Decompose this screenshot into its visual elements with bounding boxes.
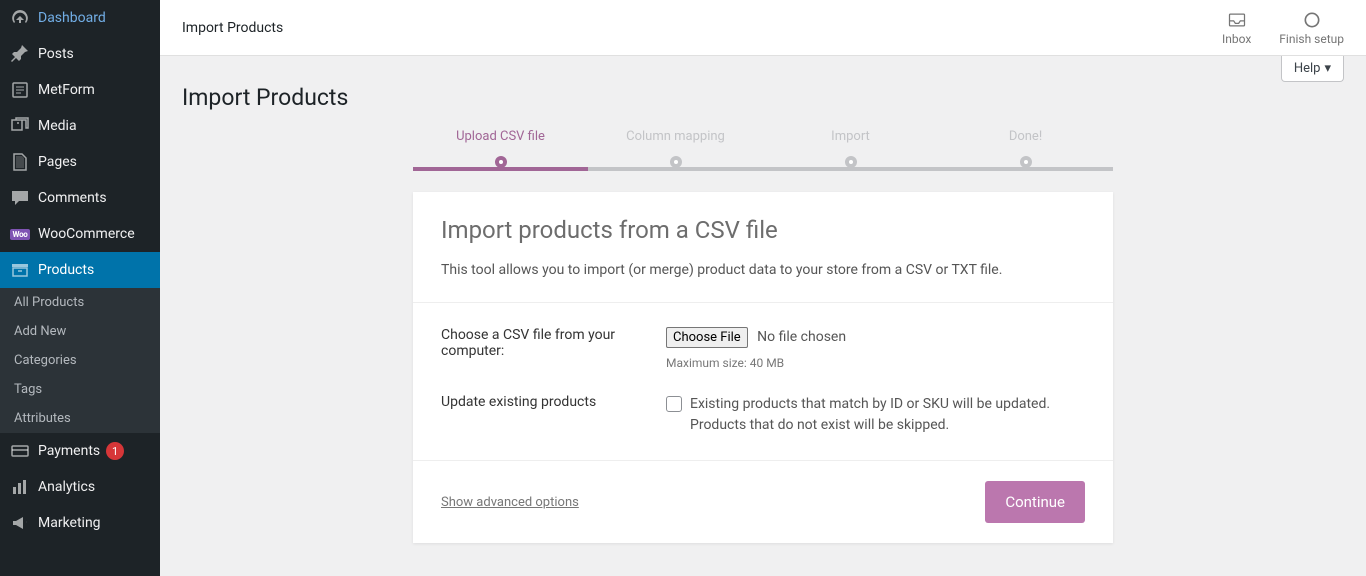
continue-button[interactable]: Continue <box>985 481 1085 523</box>
form-section: Choose a CSV file from your computer: Ch… <box>413 302 1113 460</box>
step-label: Column mapping <box>588 129 763 144</box>
step-import: Import <box>763 129 938 168</box>
sidebar-item-metform[interactable]: MetForm <box>0 72 160 108</box>
sidebar-item-pages[interactable]: Pages <box>0 144 160 180</box>
payments-icon <box>10 441 30 461</box>
sidebar-label: Media <box>38 118 77 134</box>
sidebar-label: Dashboard <box>38 10 106 26</box>
file-chosen-text: No file chosen <box>757 329 846 345</box>
admin-sidebar: Dashboard Posts MetForm Media Pages Comm… <box>0 0 160 576</box>
megaphone-icon <box>10 513 30 533</box>
sidebar-label: Analytics <box>38 479 95 495</box>
products-submenu: All Products Add New Categories Tags Att… <box>0 288 160 433</box>
sidebar-item-products[interactable]: Products <box>0 252 160 288</box>
sidebar-label: Payments <box>38 443 100 459</box>
step-upload: Upload CSV file <box>413 129 588 168</box>
choose-file-label: Choose a CSV file from your computer: <box>441 327 666 359</box>
sidebar-item-comments[interactable]: Comments <box>0 180 160 216</box>
sidebar-label: MetForm <box>38 82 95 98</box>
submenu-tags[interactable]: Tags <box>0 375 160 404</box>
main-content: Import Products Inbox Finish setup Help … <box>160 0 1366 576</box>
finish-setup-button[interactable]: Finish setup <box>1279 10 1344 46</box>
advanced-options-link[interactable]: Show advanced options <box>441 495 579 510</box>
sidebar-item-marketing[interactable]: Marketing <box>0 505 160 541</box>
step-mapping: Column mapping <box>588 129 763 168</box>
sidebar-label: WooCommerce <box>38 226 135 242</box>
inbox-label: Inbox <box>1222 32 1251 46</box>
max-size-hint: Maximum size: 40 MB <box>666 356 1085 370</box>
step-dot-icon <box>495 156 507 168</box>
pin-icon <box>10 44 30 64</box>
card-intro: This tool allows you to import (or merge… <box>441 262 1085 278</box>
media-icon <box>10 116 30 136</box>
step-label: Upload CSV file <box>413 129 588 144</box>
topbar: Import Products Inbox Finish setup <box>160 0 1366 56</box>
file-control: Choose File No file chosen Maximum size:… <box>666 327 1085 370</box>
inbox-icon <box>1227 10 1247 30</box>
update-checkbox[interactable] <box>666 396 682 412</box>
update-row: Update existing products Existing produc… <box>441 394 1085 436</box>
form-icon <box>10 80 30 100</box>
submenu-add-new[interactable]: Add New <box>0 317 160 346</box>
pages-icon <box>10 152 30 172</box>
step-done: Done! <box>938 129 1113 168</box>
page-title: Import Products <box>182 84 1344 111</box>
comments-icon <box>10 188 30 208</box>
card-footer: Show advanced options Continue <box>413 460 1113 543</box>
step-dot-icon <box>670 156 682 168</box>
step-dot-icon <box>845 156 857 168</box>
inbox-button[interactable]: Inbox <box>1222 10 1251 46</box>
sidebar-item-woocommerce[interactable]: Woo WooCommerce <box>0 216 160 252</box>
sidebar-label: Marketing <box>38 515 101 531</box>
dashboard-icon <box>10 8 30 28</box>
help-tab[interactable]: Help ▾ <box>1281 56 1344 82</box>
file-row: Choose a CSV file from your computer: Ch… <box>441 327 1085 370</box>
step-label: Import <box>763 129 938 144</box>
notification-badge: 1 <box>106 442 124 460</box>
circle-icon <box>1302 10 1322 30</box>
card-title: Import products from a CSV file <box>441 216 1085 244</box>
woo-icon: Woo <box>10 224 30 244</box>
progress-steps: Upload CSV file Column mapping Import Do… <box>413 129 1113 168</box>
submenu-attributes[interactable]: Attributes <box>0 404 160 433</box>
sidebar-item-dashboard[interactable]: Dashboard <box>0 0 160 36</box>
card-header-section: Import products from a CSV file This too… <box>413 192 1113 302</box>
sidebar-item-media[interactable]: Media <box>0 108 160 144</box>
finish-label: Finish setup <box>1279 32 1344 46</box>
update-existing-label: Update existing products <box>441 394 666 410</box>
breadcrumb: Import Products <box>182 20 283 36</box>
import-card: Import products from a CSV file This too… <box>413 192 1113 543</box>
sidebar-item-analytics[interactable]: Analytics <box>0 469 160 505</box>
sidebar-item-posts[interactable]: Posts <box>0 36 160 72</box>
sidebar-label: Products <box>38 262 94 278</box>
sidebar-label: Comments <box>38 190 107 206</box>
update-description: Existing products that match by ID or SK… <box>690 394 1085 436</box>
topbar-actions: Inbox Finish setup <box>1222 10 1344 46</box>
sidebar-item-payments[interactable]: Payments 1 <box>0 433 160 469</box>
update-control: Existing products that match by ID or SK… <box>666 394 1085 436</box>
archive-icon <box>10 260 30 280</box>
help-label: Help <box>1294 61 1321 76</box>
choose-file-button[interactable]: Choose File <box>666 327 748 348</box>
analytics-icon <box>10 477 30 497</box>
chevron-down-icon: ▾ <box>1324 61 1331 76</box>
import-wizard: Upload CSV file Column mapping Import Do… <box>413 129 1113 543</box>
sidebar-label: Pages <box>38 154 77 170</box>
step-label: Done! <box>938 129 1113 144</box>
submenu-categories[interactable]: Categories <box>0 346 160 375</box>
step-dot-icon <box>1020 156 1032 168</box>
content-area: Help ▾ Import Products Upload CSV file C… <box>160 56 1366 576</box>
sidebar-label: Posts <box>38 46 74 62</box>
submenu-all-products[interactable]: All Products <box>0 288 160 317</box>
